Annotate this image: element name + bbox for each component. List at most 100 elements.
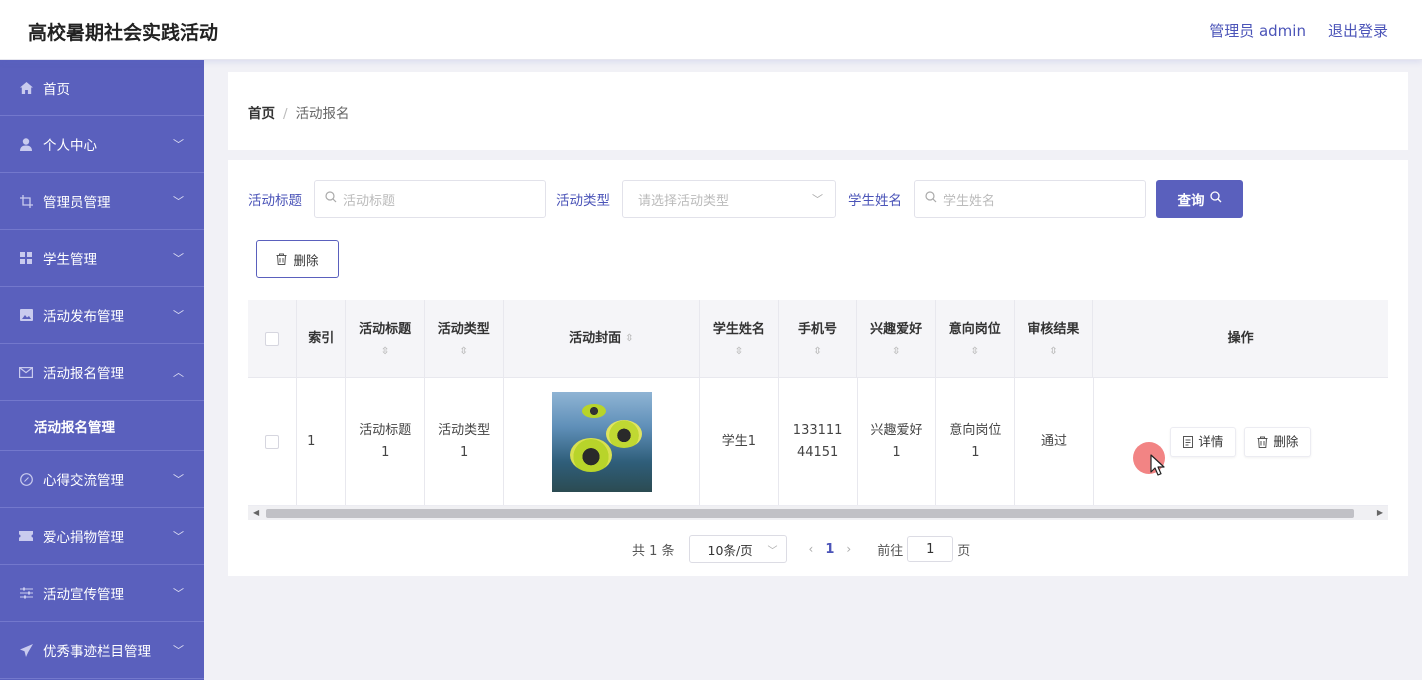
header-actions: 操作 <box>1093 300 1388 377</box>
column-header: 活动标题 <box>359 321 412 337</box>
sidebar-subitem-registration-management[interactable]: 活动报名管理 <box>0 401 204 451</box>
type-select[interactable]: 请选择活动类型 ﹀ <box>622 180 836 218</box>
type-filter-label: 活动类型 <box>556 193 610 209</box>
column-header: 学生姓名 <box>712 321 765 337</box>
cell-value: 活动类型1 <box>438 422 491 460</box>
sort-icon[interactable]: ⇳ <box>735 345 743 359</box>
filter-row: 活动标题 活动标题 活动类型 请选择活动类型 ﹀ 学生姓名 学生姓名 查询 <box>248 180 1243 218</box>
sidebar-item-excellent-deeds[interactable]: 优秀事迹栏目管理 ﹀ <box>0 622 204 679</box>
header-student[interactable]: 学生姓名 ⇳ <box>700 300 779 377</box>
column-header: 操作 <box>1227 330 1254 346</box>
sort-icon[interactable]: ⇳ <box>892 345 900 359</box>
picture-icon <box>18 307 34 323</box>
title-filter-label: 活动标题 <box>248 193 302 209</box>
student-search-input[interactable]: 学生姓名 <box>914 180 1146 218</box>
prev-page-icon[interactable]: ‹ <box>809 542 814 556</box>
cell-value: 通过 <box>1041 433 1068 449</box>
sort-icon[interactable]: ⇳ <box>381 345 389 359</box>
sidebar-item-label: 爱心捐物管理 <box>43 530 124 546</box>
batch-delete-label: 删除 <box>293 252 319 268</box>
row-checkbox[interactable] <box>265 434 280 449</box>
row-select-cell <box>248 378 298 505</box>
search-icon <box>1209 191 1222 207</box>
row-result: 通过 <box>1015 378 1094 505</box>
chevron-down-icon: ﹀ <box>767 545 778 557</box>
cover-shape <box>581 403 606 418</box>
search-icon <box>925 191 937 207</box>
header-title[interactable]: 活动标题 ⇳ <box>346 300 425 377</box>
page-number[interactable]: 1 <box>825 542 834 557</box>
header-hobby[interactable]: 兴趣爱好 ⇳ <box>857 300 936 377</box>
row-title: 活动标题1 <box>346 378 426 505</box>
title-search-input[interactable]: 活动标题 <box>314 180 546 218</box>
sidebar-item-label: 活动发布管理 <box>43 309 124 325</box>
header-position[interactable]: 意向岗位 ⇳ <box>936 300 1015 377</box>
goto-label: 前往 <box>877 543 904 559</box>
ticket-icon <box>18 528 34 544</box>
goto-page-input[interactable]: 1 <box>907 536 954 562</box>
sidebar-item-student-management[interactable]: 学生管理 ﹀ <box>0 230 204 287</box>
logout-link[interactable]: 退出登录 <box>1328 20 1388 41</box>
row-delete-button[interactable]: 删除 <box>1244 426 1312 457</box>
sidebar-item-activity-publish[interactable]: 活动发布管理 ﹀ <box>0 287 204 344</box>
sidebar-item-label: 心得交流管理 <box>43 473 124 489</box>
student-filter-label: 学生姓名 <box>848 193 902 209</box>
sort-icon[interactable]: ⇳ <box>460 345 468 359</box>
sidebar-item-label: 首页 <box>43 81 70 98</box>
send-icon <box>18 642 34 658</box>
select-all-checkbox[interactable] <box>265 331 280 346</box>
page-size-value: 10条/页 <box>707 542 753 558</box>
header-index: 索引 <box>297 300 347 377</box>
sort-icon[interactable]: ⇳ <box>625 328 633 350</box>
header-result[interactable]: 审核结果 ⇳ <box>1015 300 1094 377</box>
sidebar-item-donation[interactable]: 爱心捐物管理 ﹀ <box>0 508 204 565</box>
cover-shape <box>605 419 642 448</box>
scroll-left-icon[interactable]: ◀ <box>253 506 259 520</box>
sort-icon[interactable]: ⇳ <box>813 345 821 359</box>
main-card: 活动标题 活动标题 活动类型 请选择活动类型 ﹀ 学生姓名 学生姓名 查询 删除… <box>228 160 1408 576</box>
sidebar-item-personal-center[interactable]: 个人中心 ﹀ <box>0 116 204 173</box>
sidebar-item-promotion[interactable]: 活动宣传管理 ﹀ <box>0 565 204 622</box>
scrollbar-thumb[interactable] <box>266 509 1354 518</box>
header-type[interactable]: 活动类型 ⇳ <box>425 300 504 377</box>
sidebar-item-admin-management[interactable]: 管理员管理 ﹀ <box>0 173 204 230</box>
column-header: 兴趣爱好 <box>870 321 923 337</box>
activity-cover-image[interactable] <box>551 391 652 492</box>
scroll-right-icon[interactable]: ▶ <box>1377 506 1383 520</box>
sidebar-item-home[interactable]: 首页 <box>0 60 204 116</box>
sidebar-item-activity-registration[interactable]: 活动报名管理 ︿ <box>0 344 204 401</box>
query-button[interactable]: 查询 <box>1156 180 1243 218</box>
trash-icon <box>1257 436 1268 448</box>
page-size-select[interactable]: 10条/页 ﹀ <box>688 535 787 563</box>
header-phone[interactable]: 手机号 ⇳ <box>779 300 858 377</box>
user-label[interactable]: 管理员 admin <box>1209 20 1306 41</box>
next-page-icon[interactable]: › <box>846 542 851 556</box>
sort-icon[interactable]: ⇳ <box>1049 345 1057 359</box>
column-header: 意向岗位 <box>948 321 1001 337</box>
header-select-all-cell <box>248 300 298 377</box>
column-header: 审核结果 <box>1027 321 1080 337</box>
chevron-down-icon: ﹀ <box>173 252 184 265</box>
row-position: 意向岗位1 <box>936 378 1016 505</box>
row-cover <box>504 378 701 505</box>
chevron-down-icon: ﹀ <box>173 138 184 151</box>
app-title: 高校暑期社会实践活动 <box>28 22 219 44</box>
data-table: 索引 活动标题 ⇳ 活动类型 ⇳ 活动封面 ⇳ 学生姓名 ⇳ 手机号 ⇳ 兴趣爱… <box>248 300 1388 522</box>
breadcrumb: 首页 / 活动报名 <box>248 102 350 122</box>
sidebar-item-experience-exchange[interactable]: 心得交流管理 ﹀ <box>0 451 204 508</box>
row-type: 活动类型1 <box>425 378 505 505</box>
chevron-down-icon: ﹀ <box>173 587 184 600</box>
chevron-down-icon: ﹀ <box>173 473 184 486</box>
sidebar-item-label: 学生管理 <box>43 252 97 268</box>
breadcrumb-home[interactable]: 首页 <box>248 106 275 122</box>
sidebar-item-label: 优秀事迹栏目管理 <box>43 644 151 660</box>
header-cover[interactable]: 活动封面 ⇳ <box>504 300 701 377</box>
mail-icon <box>18 364 34 380</box>
total-count: 共 1 条 <box>632 543 675 559</box>
batch-delete-button[interactable]: 删除 <box>256 240 339 278</box>
row-hobby: 兴趣爱好1 <box>858 378 937 505</box>
user-area: 管理员 admin 退出登录 <box>1209 20 1388 41</box>
detail-button[interactable]: 详情 <box>1170 426 1237 457</box>
horizontal-scrollbar[interactable]: ◀ ▶ <box>248 506 1388 520</box>
sort-icon[interactable]: ⇳ <box>971 345 979 359</box>
